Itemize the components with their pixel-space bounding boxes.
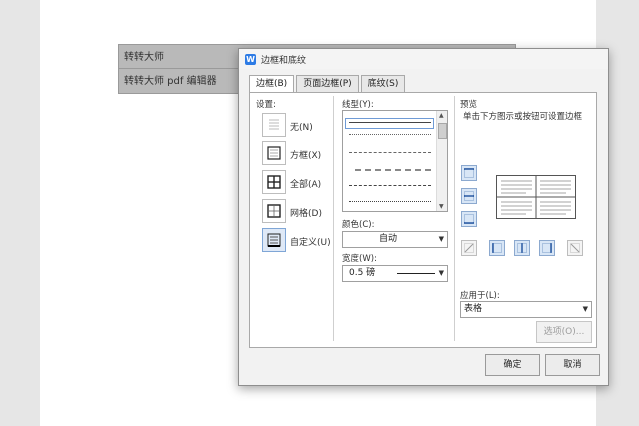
chevron-down-icon: ▼ — [438, 269, 444, 277]
dialog-title: 边框和底纹 — [261, 55, 307, 66]
setting-box-button[interactable] — [262, 141, 286, 165]
column-divider — [333, 96, 334, 341]
line-style-option[interactable] — [349, 122, 431, 123]
scroll-thumb[interactable] — [438, 123, 447, 139]
preview-hint: 单击下方图示或按钮可设置边框 — [463, 112, 583, 122]
border-right-icon — [542, 243, 552, 253]
setting-none-button[interactable] — [262, 113, 286, 137]
preview-label: 预览 — [460, 100, 478, 110]
border-box-icon — [267, 146, 281, 160]
width-select[interactable]: 0.5 磅 ▼ — [342, 265, 448, 282]
dialog-titlebar[interactable]: W 边框和底纹 — [239, 49, 608, 69]
setting-none-label: 无(N) — [290, 123, 313, 133]
border-diagonal-down-toggle[interactable] — [567, 240, 583, 256]
workspace-left — [0, 0, 40, 426]
diagonal-down-icon — [570, 243, 580, 253]
tab-shading[interactable]: 底纹(S) — [360, 75, 406, 92]
column-divider — [454, 96, 455, 341]
line-style-list[interactable]: ▲ ▼ — [342, 110, 448, 212]
cancel-button[interactable]: 取消 — [545, 354, 600, 376]
dialog-tabs: 边框(B) 页面边框(P) 底纹(S) — [249, 75, 407, 93]
width-line-sample — [397, 273, 435, 274]
line-style-option[interactable] — [349, 185, 431, 186]
line-style-option[interactable] — [349, 201, 431, 202]
table-cell[interactable]: 转转大师 — [119, 45, 241, 68]
border-grid-icon — [267, 204, 281, 218]
border-inside-horizontal-icon — [464, 191, 474, 201]
line-style-label: 线型(Y): — [342, 100, 374, 110]
wps-writer-icon: W — [245, 53, 256, 65]
border-preview-diagram[interactable] — [496, 175, 576, 219]
border-bottom-toggle[interactable] — [461, 211, 477, 227]
line-style-option[interactable] — [355, 169, 431, 171]
border-top-toggle[interactable] — [461, 165, 477, 181]
diagonal-up-icon — [464, 243, 474, 253]
line-style-option[interactable] — [349, 152, 431, 153]
border-top-icon — [464, 168, 474, 178]
apply-to-value: 表格 — [464, 304, 483, 314]
tab-page-borders[interactable]: 页面边框(P) — [296, 75, 359, 92]
border-left-icon — [492, 243, 502, 253]
border-all-icon — [267, 175, 281, 189]
setting-custom-label: 自定义(U) — [290, 238, 331, 248]
line-style-option[interactable] — [349, 134, 431, 135]
border-diagonal-up-toggle[interactable] — [461, 240, 477, 256]
border-inside-horizontal-toggle[interactable] — [461, 188, 477, 204]
border-inside-vertical-toggle[interactable] — [514, 240, 530, 256]
line-style-selected-frame — [345, 118, 434, 129]
width-value: 0.5 磅 — [349, 268, 376, 278]
width-label: 宽度(W): — [342, 254, 377, 264]
color-label: 颜色(C): — [342, 220, 375, 230]
ok-button[interactable]: 确定 — [485, 354, 540, 376]
setting-grid-label: 网格(D) — [290, 209, 322, 219]
border-right-toggle[interactable] — [539, 240, 555, 256]
line-style-scrollbar[interactable]: ▲ ▼ — [436, 111, 447, 211]
setting-all-label: 全部(A) — [290, 180, 322, 190]
border-inside-vertical-icon — [517, 243, 527, 253]
border-custom-icon — [267, 233, 281, 247]
scroll-down-icon[interactable]: ▼ — [439, 203, 444, 210]
options-button[interactable]: 选项(O)... — [536, 321, 592, 343]
border-bottom-icon — [464, 214, 474, 224]
color-value: 自动 — [378, 234, 397, 244]
chevron-down-icon: ▼ — [438, 235, 444, 243]
border-none-icon — [269, 119, 279, 130]
setting-custom-button[interactable] — [262, 228, 286, 252]
tab-borders[interactable]: 边框(B) — [249, 75, 295, 93]
chevron-down-icon: ▼ — [582, 305, 588, 313]
setting-grid-button[interactable] — [262, 199, 286, 223]
apply-to-label: 应用于(L): — [460, 291, 500, 301]
scroll-up-icon[interactable]: ▲ — [439, 112, 444, 119]
setting-box-label: 方框(X) — [290, 151, 322, 161]
table-cell[interactable]: 转转大师 pdf 编辑器 — [119, 69, 241, 92]
border-left-toggle[interactable] — [489, 240, 505, 256]
settings-label: 设置: — [256, 100, 276, 110]
color-select[interactable]: 自动 ▼ — [342, 231, 448, 248]
apply-to-select[interactable]: 表格 ▼ — [460, 301, 592, 318]
setting-all-button[interactable] — [262, 170, 286, 194]
